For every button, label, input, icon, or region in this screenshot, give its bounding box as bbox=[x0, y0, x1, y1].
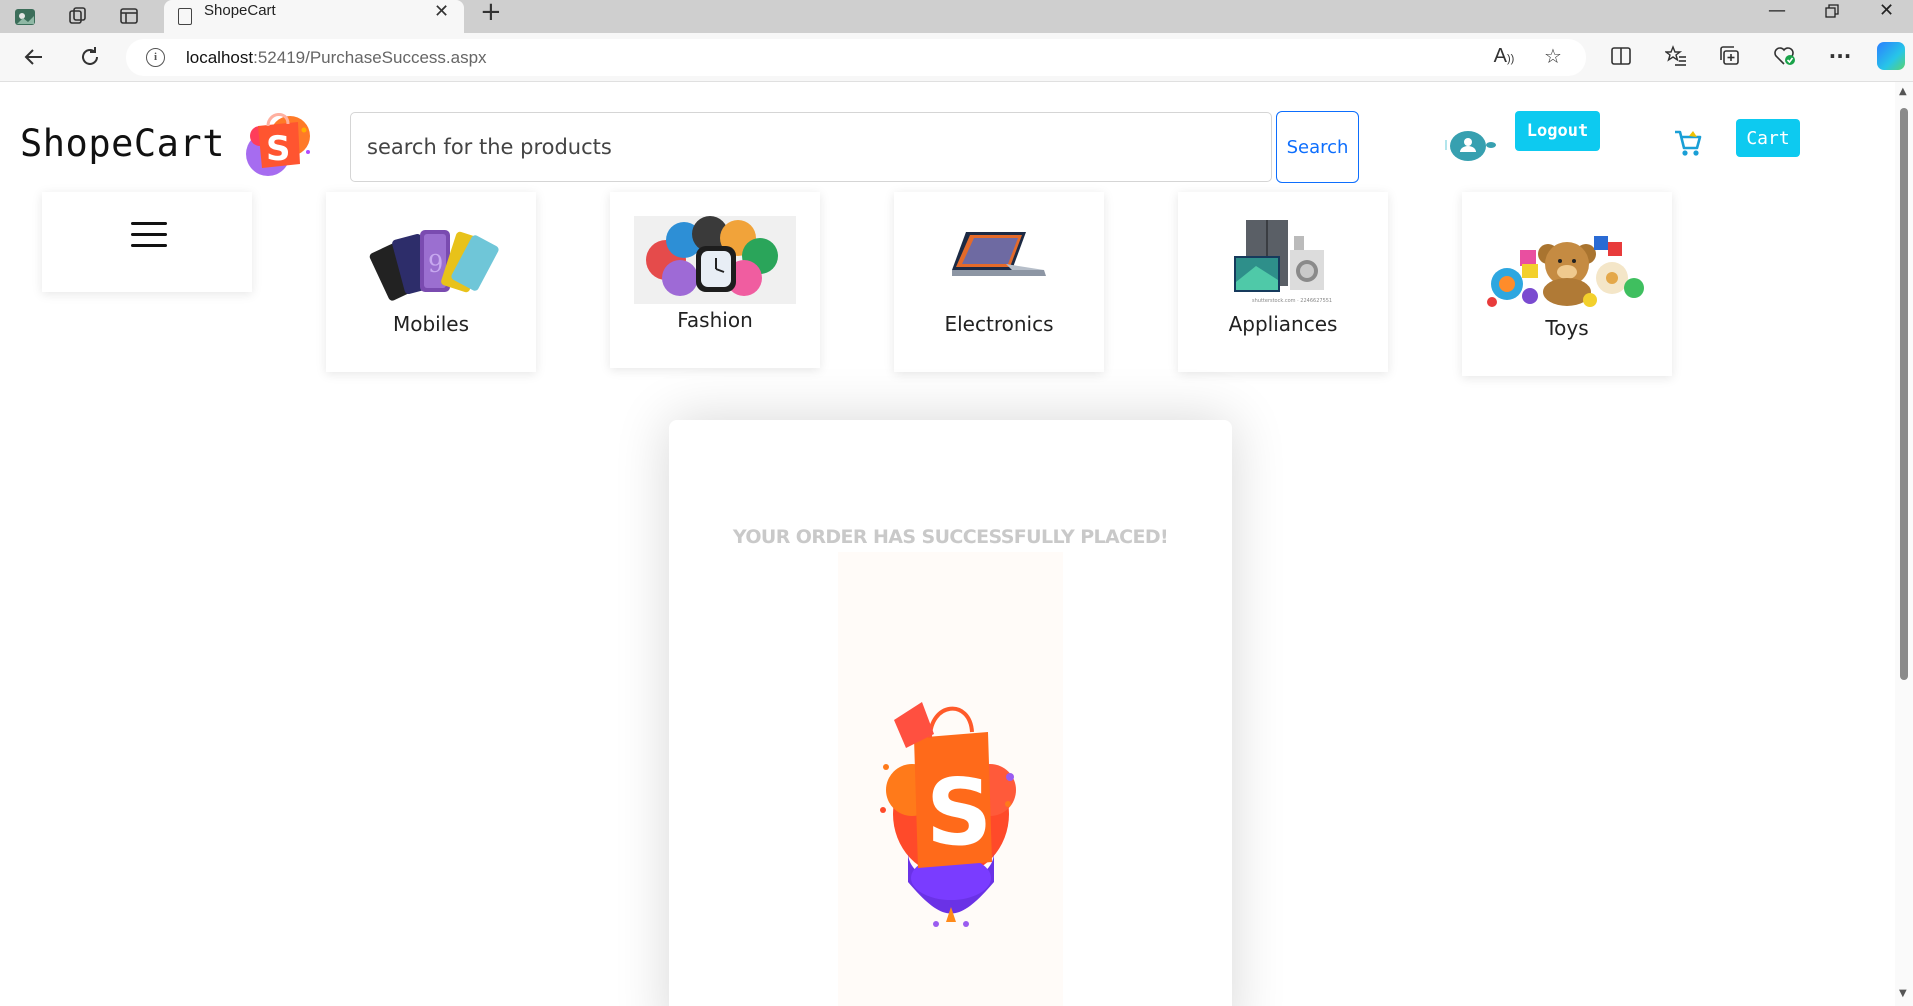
close-tab-icon[interactable]: ✕ bbox=[434, 3, 449, 21]
scroll-down-icon[interactable]: ▼ bbox=[1899, 988, 1907, 999]
close-window-icon[interactable]: ✕ bbox=[1879, 0, 1894, 22]
read-aloud-icon[interactable]: A)) bbox=[1490, 41, 1518, 71]
shopecart-logo[interactable]: S bbox=[240, 106, 318, 182]
page-viewport: ShopeCart S Search Logout bbox=[0, 82, 1913, 1006]
favorite-star-icon[interactable]: ☆ bbox=[1539, 41, 1567, 71]
menu-card[interactable] bbox=[42, 192, 252, 292]
tab-actions-icon[interactable] bbox=[118, 6, 140, 28]
back-icon[interactable] bbox=[20, 43, 48, 71]
hamburger-line bbox=[131, 233, 167, 236]
restore-icon[interactable] bbox=[1824, 0, 1840, 25]
site-info-icon[interactable]: i bbox=[146, 48, 165, 67]
cart-icon[interactable] bbox=[1673, 128, 1703, 158]
brand-name[interactable]: ShopeCart bbox=[20, 122, 225, 165]
mobiles-image: 9 bbox=[326, 218, 536, 302]
page-icon bbox=[178, 8, 192, 25]
user-avatar-icon[interactable] bbox=[1444, 128, 1498, 164]
profile-icon[interactable] bbox=[14, 6, 36, 28]
order-success-image: S bbox=[838, 552, 1063, 1006]
favorites-icon[interactable] bbox=[1662, 41, 1690, 71]
collections-icon[interactable] bbox=[1716, 41, 1744, 71]
order-success-panel: YOUR ORDER HAS SUCCESSFULLY PLACED! S bbox=[669, 420, 1232, 1006]
toys-image bbox=[1462, 228, 1672, 308]
hamburger-line bbox=[131, 244, 167, 247]
svg-text:S: S bbox=[266, 129, 291, 169]
appliances-image: shutterstock.com · 2246627551 bbox=[1178, 216, 1388, 306]
svg-text:9: 9 bbox=[428, 250, 443, 278]
workspaces-icon[interactable] bbox=[66, 6, 88, 28]
electronics-image bbox=[894, 228, 1104, 288]
fashion-image bbox=[610, 212, 820, 304]
search-input[interactable] bbox=[350, 112, 1272, 182]
category-card-appliances[interactable]: shutterstock.com · 2246627551 Appliances bbox=[1178, 192, 1388, 372]
url-field[interactable]: i localhost:52419/PurchaseSuccess.aspx bbox=[126, 39, 1586, 76]
scrollbar-thumb[interactable] bbox=[1900, 108, 1908, 680]
page-scrollbar[interactable]: ▲ ▼ bbox=[1895, 82, 1913, 1006]
category-label: Appliances bbox=[1228, 312, 1338, 336]
more-options-icon[interactable]: ··· bbox=[1826, 41, 1854, 71]
split-screen-icon[interactable] bbox=[1607, 41, 1635, 71]
refresh-icon[interactable] bbox=[76, 43, 104, 71]
category-card-mobiles[interactable]: 9 Mobiles bbox=[326, 192, 536, 372]
category-label: Electronics bbox=[944, 312, 1054, 336]
category-label: Mobiles bbox=[392, 312, 470, 336]
browser-tab-bar: ShopeCart ✕ + — ✕ bbox=[0, 0, 1913, 33]
minimize-icon[interactable]: — bbox=[1768, 0, 1786, 22]
logout-button[interactable]: Logout bbox=[1515, 111, 1600, 151]
category-card-electronics[interactable]: Electronics bbox=[894, 192, 1104, 372]
svg-text:S: S bbox=[926, 759, 992, 866]
scroll-up-icon[interactable]: ▲ bbox=[1899, 86, 1907, 97]
hamburger-icon[interactable] bbox=[131, 222, 167, 225]
address-bar: i localhost:52419/PurchaseSuccess.aspx A… bbox=[0, 33, 1913, 82]
success-message: YOUR ORDER HAS SUCCESSFULLY PLACED! bbox=[732, 526, 1169, 548]
url-text: localhost:52419/PurchaseSuccess.aspx bbox=[186, 48, 487, 67]
search-button[interactable]: Search bbox=[1276, 111, 1359, 183]
category-card-toys[interactable]: Toys bbox=[1462, 192, 1672, 376]
category-label: Toys bbox=[1545, 316, 1589, 340]
tab-title: ShopeCart bbox=[204, 2, 276, 19]
category-label: Fashion bbox=[677, 308, 753, 332]
category-card-fashion[interactable]: Fashion bbox=[610, 192, 820, 368]
browser-essentials-icon[interactable] bbox=[1771, 41, 1799, 71]
new-tab-icon[interactable]: + bbox=[480, 0, 502, 25]
tab-shopecart[interactable]: ShopeCart ✕ bbox=[164, 0, 464, 33]
svg-text:shutterstock.com · 2246627551: shutterstock.com · 2246627551 bbox=[1252, 298, 1332, 304]
cart-button[interactable]: Cart bbox=[1736, 119, 1800, 157]
copilot-icon[interactable] bbox=[1877, 42, 1905, 70]
